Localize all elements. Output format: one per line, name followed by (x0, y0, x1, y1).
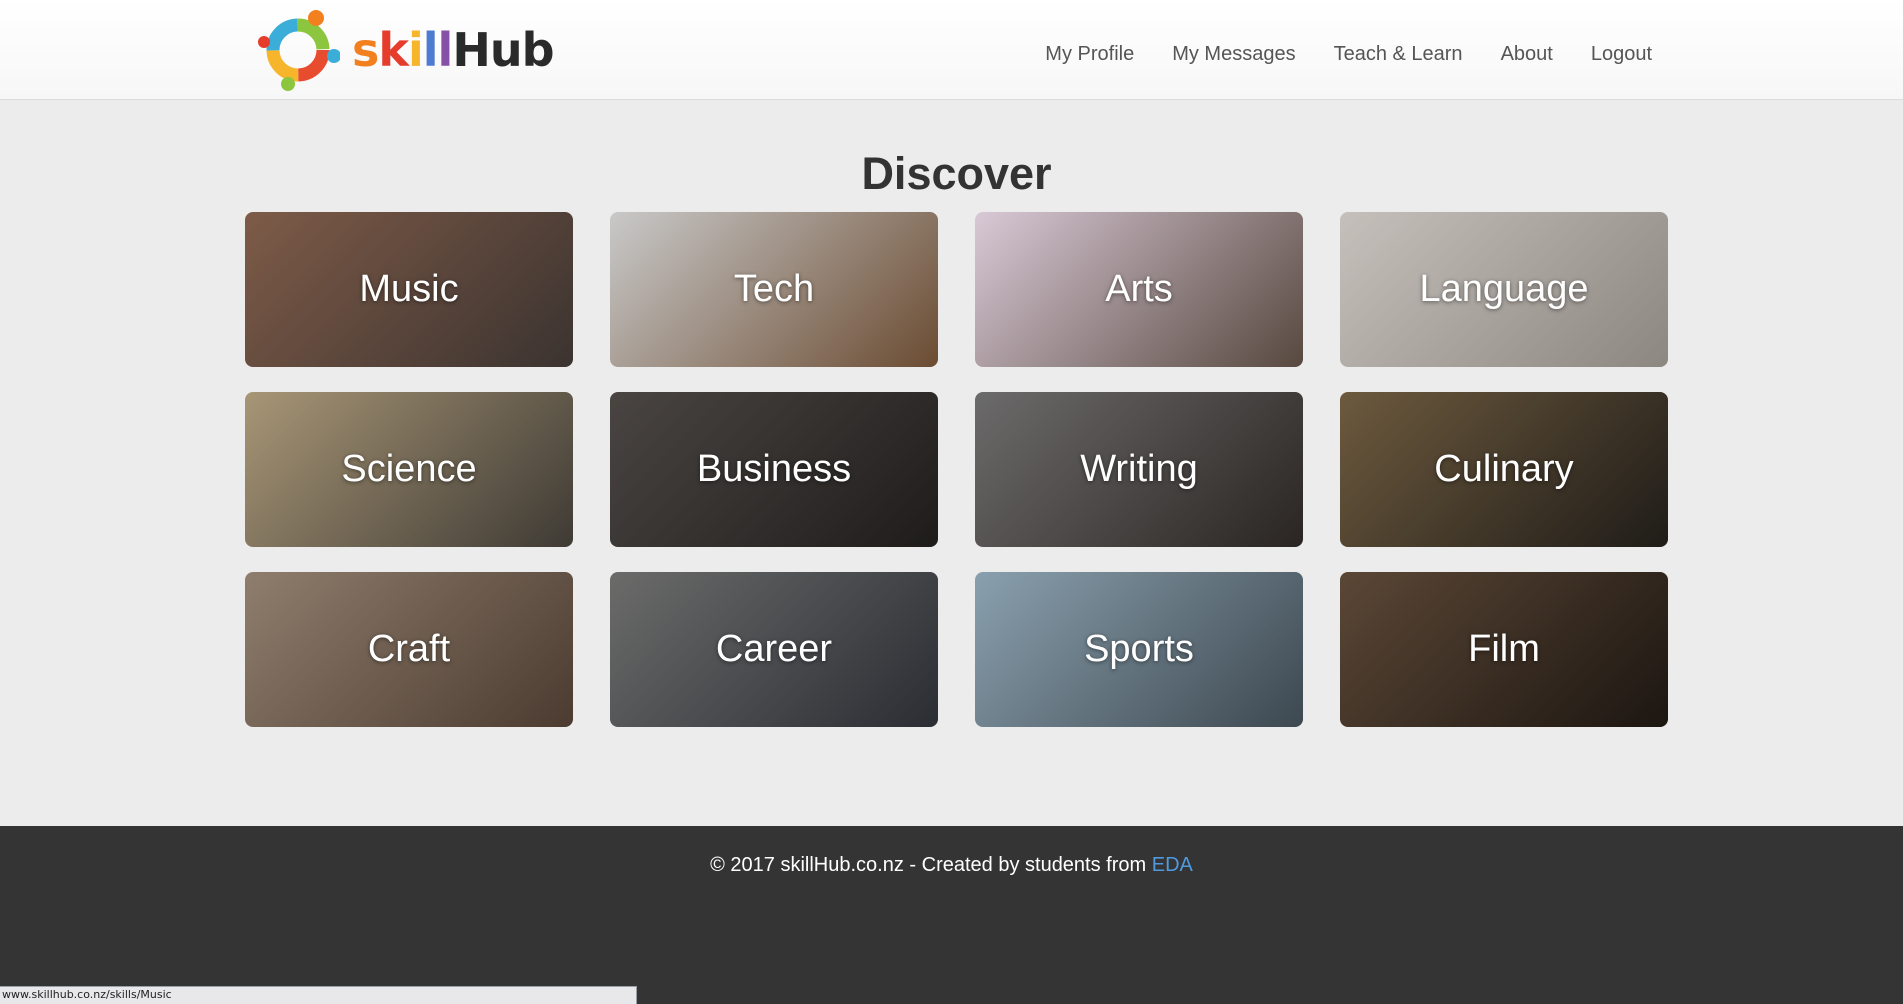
category-tile-career[interactable]: Career (610, 572, 938, 727)
nav-about[interactable]: About (1501, 40, 1553, 68)
category-label: Sports (1084, 628, 1194, 670)
main-nav: My Profile My Messages Teach & Learn Abo… (1045, 40, 1652, 68)
footer: © 2017 skillHub.co.nz - Created by stude… (0, 826, 1903, 1004)
navbar: skillHub My Profile My Messages Teach & … (0, 0, 1903, 100)
nav-logout[interactable]: Logout (1591, 40, 1652, 68)
nav-my-profile[interactable]: My Profile (1045, 40, 1134, 68)
category-label: Writing (1080, 448, 1198, 490)
category-tile-sports[interactable]: Sports (975, 572, 1303, 727)
logo-letter: Hub (452, 23, 554, 77)
category-label: Career (715, 628, 833, 670)
category-label: Arts (1105, 268, 1173, 310)
category-tile-film[interactable]: Film (1340, 572, 1668, 727)
skillhub-logo[interactable]: skillHub (256, 8, 555, 92)
logo-letter: k (378, 23, 409, 77)
nav-teach-learn[interactable]: Teach & Learn (1334, 40, 1463, 68)
category-label: Craft (367, 628, 451, 670)
footer-text: © 2017 skillHub.co.nz - Created by stude… (0, 854, 1903, 877)
page-title: Discover (861, 148, 1052, 199)
category-label: Business (696, 448, 852, 490)
category-tile-tech[interactable]: Tech (610, 212, 938, 367)
logo-wordmark: skillHub (352, 27, 555, 73)
browser-status-bar: www.skillhub.co.nz/skills/Music (0, 986, 637, 1004)
category-label: Tech (733, 268, 815, 310)
logo-letter: l (422, 23, 439, 77)
skillhub-logo-icon (258, 10, 340, 91)
category-tile-language[interactable]: Language (1340, 212, 1668, 367)
logo-letter: i (407, 23, 424, 77)
category-tile-music[interactable]: Music (245, 212, 573, 367)
category-tile-business[interactable]: Business (610, 392, 938, 547)
footer-eda-link[interactable]: EDA (1152, 854, 1193, 876)
logo-letter: l (437, 23, 454, 77)
category-tile-writing[interactable]: Writing (975, 392, 1303, 547)
logo-letter: s (352, 23, 379, 77)
category-label: Film (1468, 628, 1540, 670)
category-label: Culinary (1434, 448, 1574, 490)
category-label: Science (341, 448, 477, 490)
nav-my-messages[interactable]: My Messages (1172, 40, 1295, 68)
category-label: Language (1419, 268, 1589, 310)
category-tile-culinary[interactable]: Culinary (1340, 392, 1668, 547)
category-tile-science[interactable]: Science (245, 392, 573, 547)
category-tile-arts[interactable]: Arts (975, 212, 1303, 367)
category-label: Music (359, 268, 459, 310)
footer-copyright: © 2017 skillHub.co.nz - Created by stude… (710, 854, 1152, 876)
category-tile-craft[interactable]: Craft (245, 572, 573, 727)
category-grid: Music Tech Arts Language Science Business Writ… (245, 212, 1671, 727)
